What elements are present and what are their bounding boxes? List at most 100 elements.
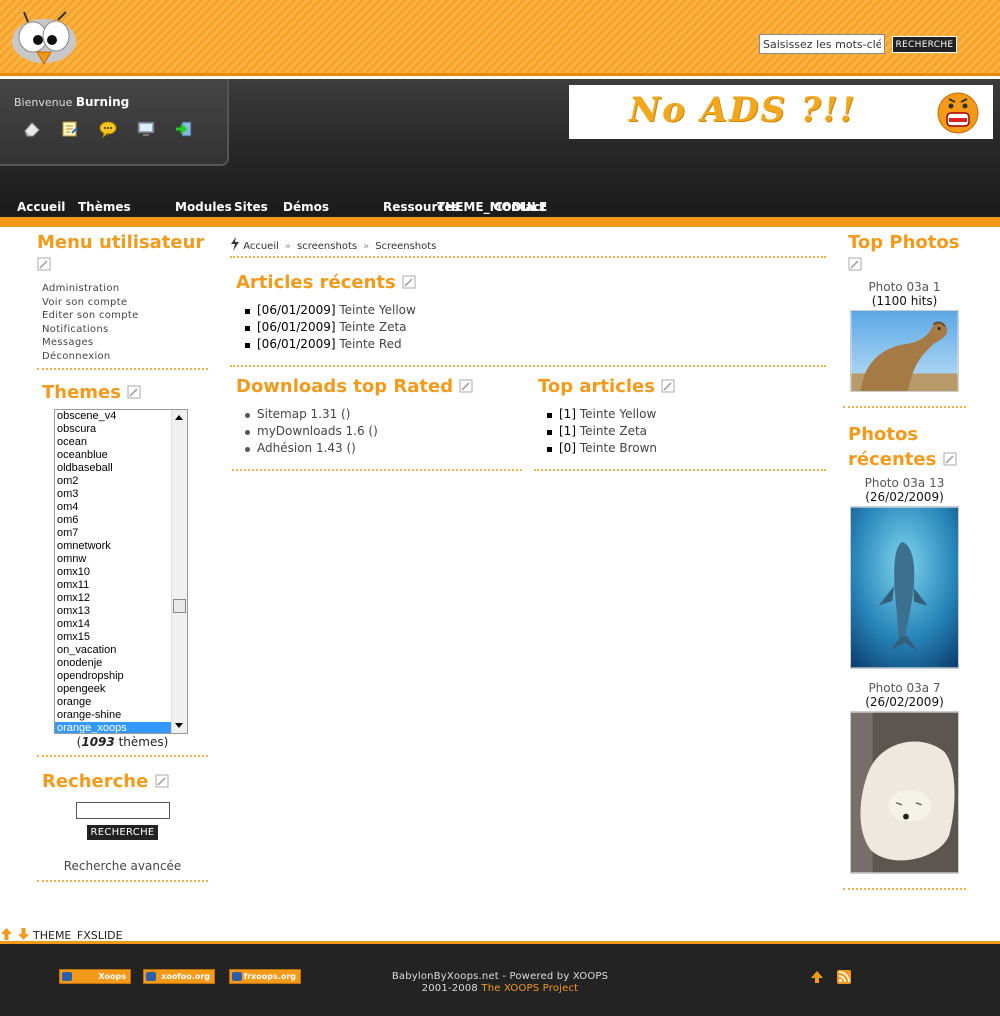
user-menu-view-account[interactable]: Voir son compte xyxy=(42,296,208,310)
header-search-button[interactable]: RECHERCHE xyxy=(891,36,958,53)
themes-listbox[interactable]: obscene_v4 obscura ocean oceanblue oldbaseba… xyxy=(54,409,188,734)
photo-title[interactable]: Photo 03a 7 xyxy=(868,681,940,695)
theme-option[interactable]: om4 xyxy=(55,501,172,514)
rss-icon[interactable] xyxy=(837,970,851,984)
article-title[interactable]: Teinte Yellow xyxy=(339,303,415,317)
scroll-thumb[interactable] xyxy=(173,599,186,613)
theme-option[interactable]: oceanblue xyxy=(55,449,172,462)
camel-photo[interactable] xyxy=(850,310,959,392)
xoops-badge[interactable]: Xoops xyxy=(59,969,131,984)
theme-option[interactable]: omx15 xyxy=(55,631,172,644)
edit-profile-icon[interactable] xyxy=(60,119,80,139)
user-menu-messages[interactable]: Messages xyxy=(42,336,208,350)
article-rank: [0] xyxy=(559,441,576,455)
article-title[interactable]: Teinte Zeta xyxy=(339,320,406,334)
photo-title[interactable]: Photo 03a 13 xyxy=(865,476,945,490)
article-title[interactable]: Teinte Zeta xyxy=(580,424,647,438)
theme-option[interactable]: onodenje xyxy=(55,657,172,670)
theme-option[interactable]: omx10 xyxy=(55,566,172,579)
edit-block-icon[interactable] xyxy=(155,774,169,788)
welcome-text: Bienvenue Burning xyxy=(14,95,129,109)
back-to-top-icon[interactable] xyxy=(810,970,824,984)
nav-item-contact[interactable]: Contact xyxy=(494,200,546,214)
xoofoo-badge[interactable]: xoofoo.org xyxy=(143,969,215,984)
scroll-down-icon[interactable] xyxy=(175,723,183,728)
xoops-project-link[interactable]: The XOOPS Project xyxy=(481,983,578,994)
polar-bear-photo[interactable] xyxy=(850,711,959,874)
breadcrumb-module[interactable]: screenshots xyxy=(297,241,357,252)
edit-block-icon[interactable] xyxy=(127,385,141,399)
user-menu-notifications[interactable]: Notifications xyxy=(42,323,208,337)
theme-option[interactable]: omx12 xyxy=(55,592,172,605)
theme-option[interactable]: orange xyxy=(55,696,172,709)
ad-banner[interactable]: No ADS ?!! xyxy=(569,85,993,139)
theme-option[interactable]: omx13 xyxy=(55,605,172,618)
article-title[interactable]: Teinte Yellow xyxy=(580,407,656,421)
user-menu-logout[interactable]: Déconnexion xyxy=(42,350,208,364)
theme-option[interactable]: omnw xyxy=(55,553,172,566)
eraser-icon[interactable] xyxy=(22,119,42,139)
user-menu-administration[interactable]: Administration xyxy=(42,282,208,296)
admin-monitor-icon[interactable] xyxy=(136,119,156,139)
search-block-input[interactable] xyxy=(75,802,170,819)
bird-logo-icon[interactable] xyxy=(10,10,78,66)
dolphin-photo[interactable] xyxy=(850,506,959,669)
arrow-up-icon[interactable] xyxy=(0,927,13,941)
theme-option[interactable]: ocean xyxy=(55,436,172,449)
theme-option[interactable]: obscene_v4 xyxy=(55,410,172,423)
block-separator xyxy=(534,469,826,471)
theme-option[interactable]: om3 xyxy=(55,488,172,501)
list-item[interactable]: [06/01/2009] Teinte Zeta xyxy=(236,319,826,336)
edit-block-icon[interactable] xyxy=(459,379,473,393)
theme-option[interactable]: om7 xyxy=(55,527,172,540)
list-item[interactable]: [0] Teinte Brown xyxy=(538,440,826,457)
nav-item-modules[interactable]: Modules xyxy=(175,200,232,214)
nav-item-accueil[interactable]: Accueil xyxy=(17,200,65,214)
edit-block-icon[interactable] xyxy=(848,257,862,271)
frxoops-badge[interactable]: frxoops.org xyxy=(229,969,301,984)
arrow-down-icon[interactable] xyxy=(17,927,30,941)
themes-title-text: Themes xyxy=(42,382,121,403)
theme-option[interactable]: opendropship xyxy=(55,670,172,683)
breadcrumb-home[interactable]: Accueil xyxy=(243,241,279,252)
logout-icon[interactable] xyxy=(174,119,194,139)
scroll-up-icon[interactable] xyxy=(175,415,183,420)
edit-block-icon[interactable] xyxy=(943,452,957,466)
footer-credits: BabylonByXoops.net - Powered by XOOPS 20… xyxy=(350,971,650,995)
photo-title[interactable]: Photo 03a 1 xyxy=(868,280,940,294)
nav-item-demos[interactable]: Démos xyxy=(283,200,329,214)
article-title[interactable]: Teinte Red xyxy=(339,337,401,351)
edit-block-icon[interactable] xyxy=(402,275,416,289)
theme-option[interactable]: omnetwork xyxy=(55,540,172,553)
nav-item-sites[interactable]: Sites xyxy=(234,200,268,214)
theme-option[interactable]: om6 xyxy=(55,514,172,527)
theme-option[interactable]: orange-shine xyxy=(55,709,172,722)
edit-block-icon[interactable] xyxy=(661,379,675,393)
theme-option[interactable]: orange_xoops xyxy=(55,722,172,733)
theme-option[interactable]: opengeek xyxy=(55,683,172,696)
list-item[interactable]: [06/01/2009] Teinte Red xyxy=(236,336,826,353)
header-search: RECHERCHE xyxy=(759,34,958,54)
themes-scrollbar[interactable] xyxy=(171,410,187,733)
theme-option[interactable]: om2 xyxy=(55,475,172,488)
theme-option[interactable]: on_vacation xyxy=(55,644,172,657)
theme-option[interactable]: omx11 xyxy=(55,579,172,592)
list-item[interactable]: myDownloads 1.6 () xyxy=(236,423,521,440)
messages-icon[interactable] xyxy=(98,119,118,139)
advanced-search-link[interactable]: Recherche avancée xyxy=(37,859,208,873)
user-menu-edit-account[interactable]: Editer son compte xyxy=(42,309,208,323)
article-title[interactable]: Teinte Brown xyxy=(580,441,657,455)
list-item[interactable]: Sitemap 1.31 () xyxy=(236,406,521,423)
theme-option[interactable]: omx14 xyxy=(55,618,172,631)
badge-label: Xoops xyxy=(98,972,126,981)
list-item[interactable]: Adhésion 1.43 () xyxy=(236,440,521,457)
edit-block-icon[interactable] xyxy=(37,257,51,271)
theme-option[interactable]: oldbaseball xyxy=(55,462,172,475)
search-block-button[interactable]: RECHERCHE xyxy=(86,824,159,841)
nav-item-themes[interactable]: Thèmes xyxy=(78,200,131,214)
list-item[interactable]: [1] Teinte Yellow xyxy=(538,406,826,423)
list-item[interactable]: [06/01/2009] Teinte Yellow xyxy=(236,302,826,319)
header-search-input[interactable] xyxy=(759,34,885,54)
list-item[interactable]: [1] Teinte Zeta xyxy=(538,423,826,440)
theme-option[interactable]: obscura xyxy=(55,423,172,436)
